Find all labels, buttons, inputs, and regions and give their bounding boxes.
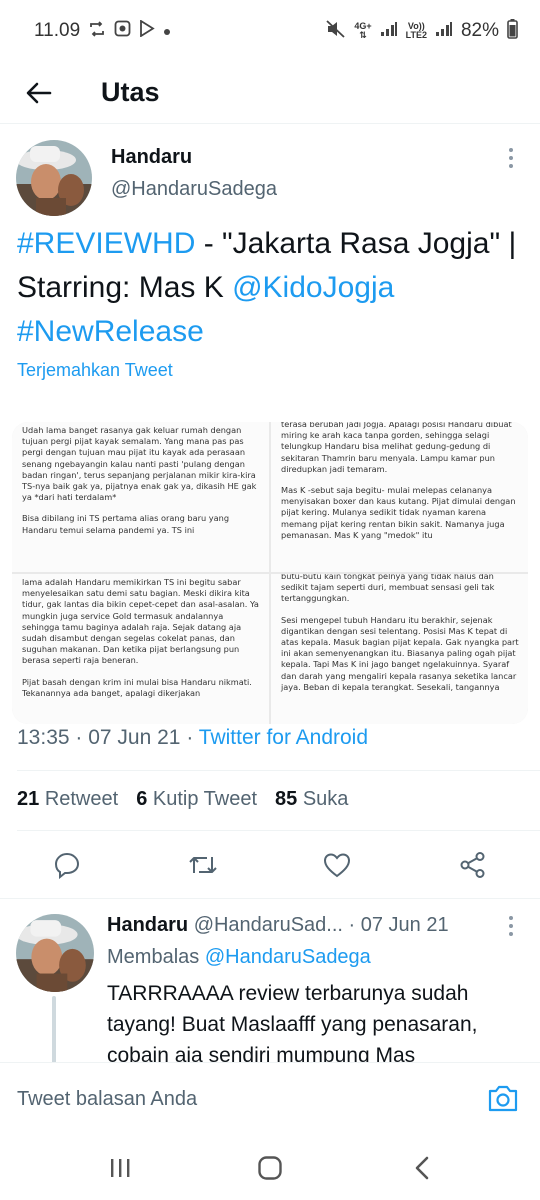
more-vertical-icon xyxy=(509,148,513,152)
home-button[interactable] xyxy=(250,1148,290,1188)
heart-icon xyxy=(323,853,351,878)
status-time: 11.09 xyxy=(34,20,81,41)
tweet-source-link[interactable]: Twitter for Android xyxy=(199,726,368,749)
tweet-stats: 21 Retweet 6 Kutip Tweet 85 Suka xyxy=(17,788,348,811)
reply-icon xyxy=(54,852,80,879)
arrow-left-icon xyxy=(26,82,52,103)
avatar[interactable] xyxy=(16,914,94,992)
sync-icon xyxy=(88,20,106,42)
reply-author-name[interactable]: Handaru xyxy=(107,914,188,936)
tweet-actions xyxy=(0,842,540,888)
back-button[interactable] xyxy=(15,69,63,117)
camera-button[interactable] xyxy=(486,1081,520,1115)
status-bar: 11.09 4G+ ⇅ Vo)) LTE2 82% xyxy=(0,0,540,62)
like-button[interactable] xyxy=(314,842,360,888)
translate-tweet-link[interactable]: Terjemahkan Tweet xyxy=(17,360,173,381)
media-image-2[interactable]: terasa berubah jadi Jogja. Apalagi posis… xyxy=(271,422,528,572)
quote-count[interactable]: 6 Kutip Tweet xyxy=(136,788,257,811)
like-count[interactable]: 85 Suka xyxy=(275,788,348,811)
retweet-button[interactable] xyxy=(180,842,226,888)
reply-header: Handaru @HandaruSad... · 07 Jun 21 xyxy=(107,914,449,936)
tweet-text: #REVIEWHD - "Jakarta Rasa Jogja" | Starr… xyxy=(17,222,517,354)
battery-icon xyxy=(507,18,518,44)
volte-label: Vo)) LTE2 xyxy=(405,21,427,40)
reply-composer xyxy=(0,1062,540,1134)
divider xyxy=(17,830,540,831)
camera-icon xyxy=(488,1085,518,1112)
hashtag-reviewhd[interactable]: #REVIEWHD xyxy=(17,227,195,260)
signal-2-icon xyxy=(435,21,453,42)
more-vertical-icon xyxy=(509,916,513,920)
system-nav-bar xyxy=(0,1134,540,1200)
media-image-3[interactable]: lama adalah Handaru memikirkan TS ini be… xyxy=(12,574,269,724)
replying-to-mention[interactable]: @HandaruSadega xyxy=(205,946,371,968)
tweet-date: 07 Jun 21 xyxy=(88,726,181,749)
replying-to: Membalas @HandaruSadega xyxy=(107,946,371,968)
chevron-left-icon xyxy=(415,1156,429,1180)
play-store-icon xyxy=(139,19,155,42)
retweet-count[interactable]: 21 Retweet xyxy=(17,788,118,811)
reply-button[interactable] xyxy=(44,842,90,888)
battery-percent: 82% xyxy=(460,20,499,41)
divider xyxy=(0,898,540,899)
reply-date: 07 Jun 21 xyxy=(360,914,449,936)
notification-dot-icon xyxy=(163,21,171,41)
back-nav-button[interactable] xyxy=(402,1148,442,1188)
retweet-icon xyxy=(189,857,217,873)
hashtag-newrelease[interactable]: #NewRelease xyxy=(17,315,204,348)
reply-input[interactable] xyxy=(17,1083,457,1115)
tweet-time: 13:35 xyxy=(17,726,70,749)
reply-more-options-button[interactable] xyxy=(506,916,516,938)
page-title: Utas xyxy=(101,77,160,107)
author-name[interactable]: Handaru xyxy=(111,146,192,169)
media-image-4[interactable]: butu-butu kain tongkat pelnya yang tidak… xyxy=(271,574,528,724)
divider xyxy=(17,770,540,771)
reply-author-handle[interactable]: @HandaruSad... xyxy=(194,914,343,936)
share-button[interactable] xyxy=(450,842,496,888)
mention-kidojogja[interactable]: @KidoJogja xyxy=(232,271,394,304)
media-grid: Udah lama banget rasanya gak keluar ruma… xyxy=(12,422,528,724)
avatar[interactable] xyxy=(16,140,92,216)
reply-text: TARRRAAAA review terbarunya sudah tayang… xyxy=(107,982,478,1067)
main-tweet: Handaru @HandaruSadega #REVIEWHD - "Jaka… xyxy=(0,136,540,749)
screenshot-icon xyxy=(114,20,131,42)
recent-apps-icon xyxy=(111,1159,130,1177)
share-icon xyxy=(460,852,485,878)
signal-icon xyxy=(380,21,398,42)
recent-apps-button[interactable] xyxy=(100,1148,140,1188)
app-header: Utas xyxy=(0,62,540,124)
more-options-button[interactable] xyxy=(506,148,516,170)
author-handle[interactable]: @HandaruSadega xyxy=(111,178,277,201)
home-icon xyxy=(258,1156,282,1180)
tweet-author-row: Handaru @HandaruSadega xyxy=(0,136,540,216)
tweet-meta: 13:35 · 07 Jun 21 · Twitter for Android xyxy=(17,726,369,749)
network-4g-label: 4G+ ⇅ xyxy=(354,21,372,40)
media-image-1[interactable]: Udah lama banget rasanya gak keluar ruma… xyxy=(12,422,269,572)
mute-icon xyxy=(326,19,346,43)
